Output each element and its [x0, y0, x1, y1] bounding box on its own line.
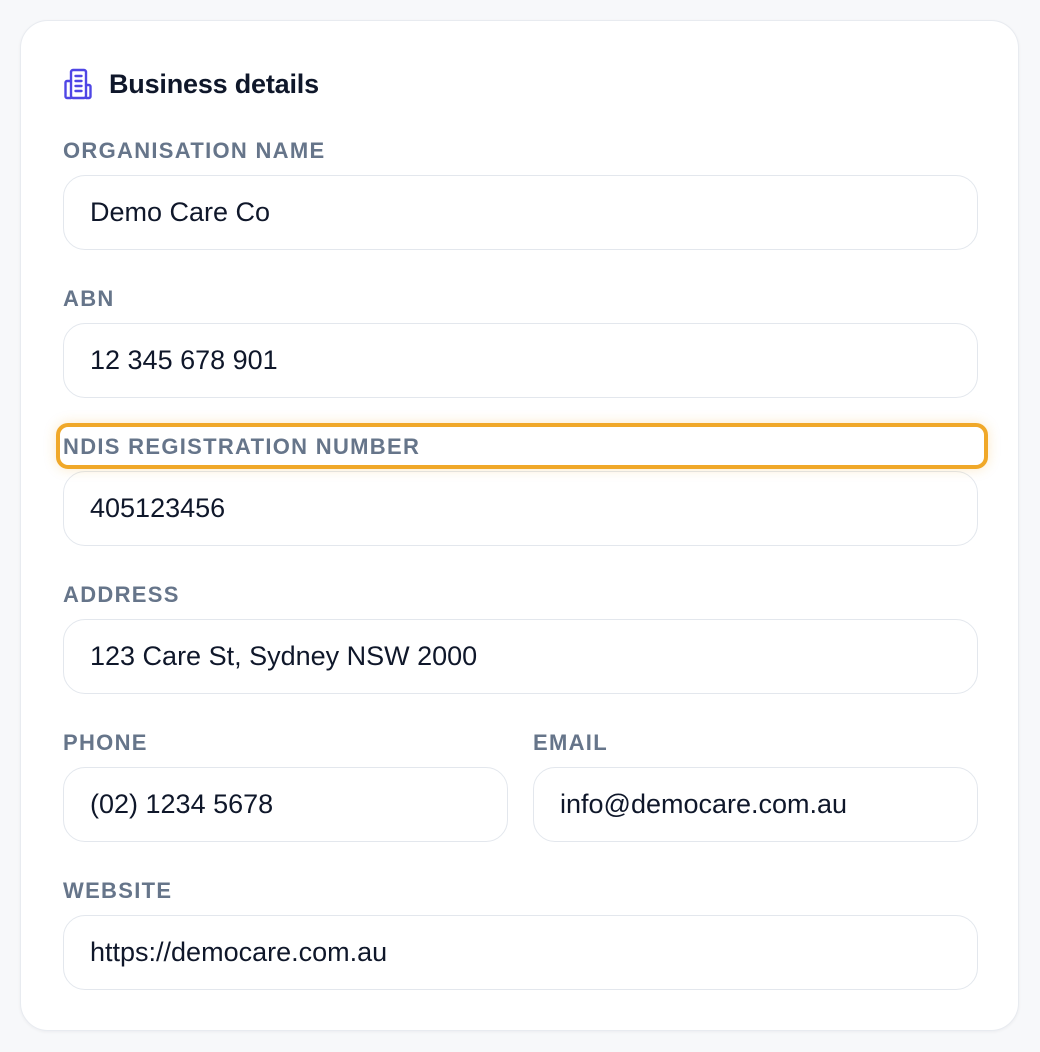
email-input[interactable] [533, 767, 978, 842]
building-icon [63, 67, 93, 101]
address-input[interactable] [63, 619, 978, 694]
organisation-name-label: Organisation name [63, 138, 326, 163]
website-input[interactable] [63, 915, 978, 990]
card-header: Business details [63, 67, 319, 101]
website-label: Website [63, 878, 173, 903]
ndis-registration-number-label: NDIS registration number [63, 434, 421, 459]
phone-input[interactable] [63, 767, 508, 842]
address-label: Address [63, 582, 180, 607]
abn-label: ABN [63, 286, 115, 311]
organisation-name-input[interactable] [63, 175, 978, 250]
phone-label: Phone [63, 730, 148, 755]
business-details-card: Business details Organisation name ABN N… [20, 20, 1019, 1031]
card-title: Business details [109, 68, 319, 99]
abn-input[interactable] [63, 323, 978, 398]
email-label: Email [533, 730, 608, 755]
ndis-registration-number-input[interactable] [63, 471, 978, 546]
